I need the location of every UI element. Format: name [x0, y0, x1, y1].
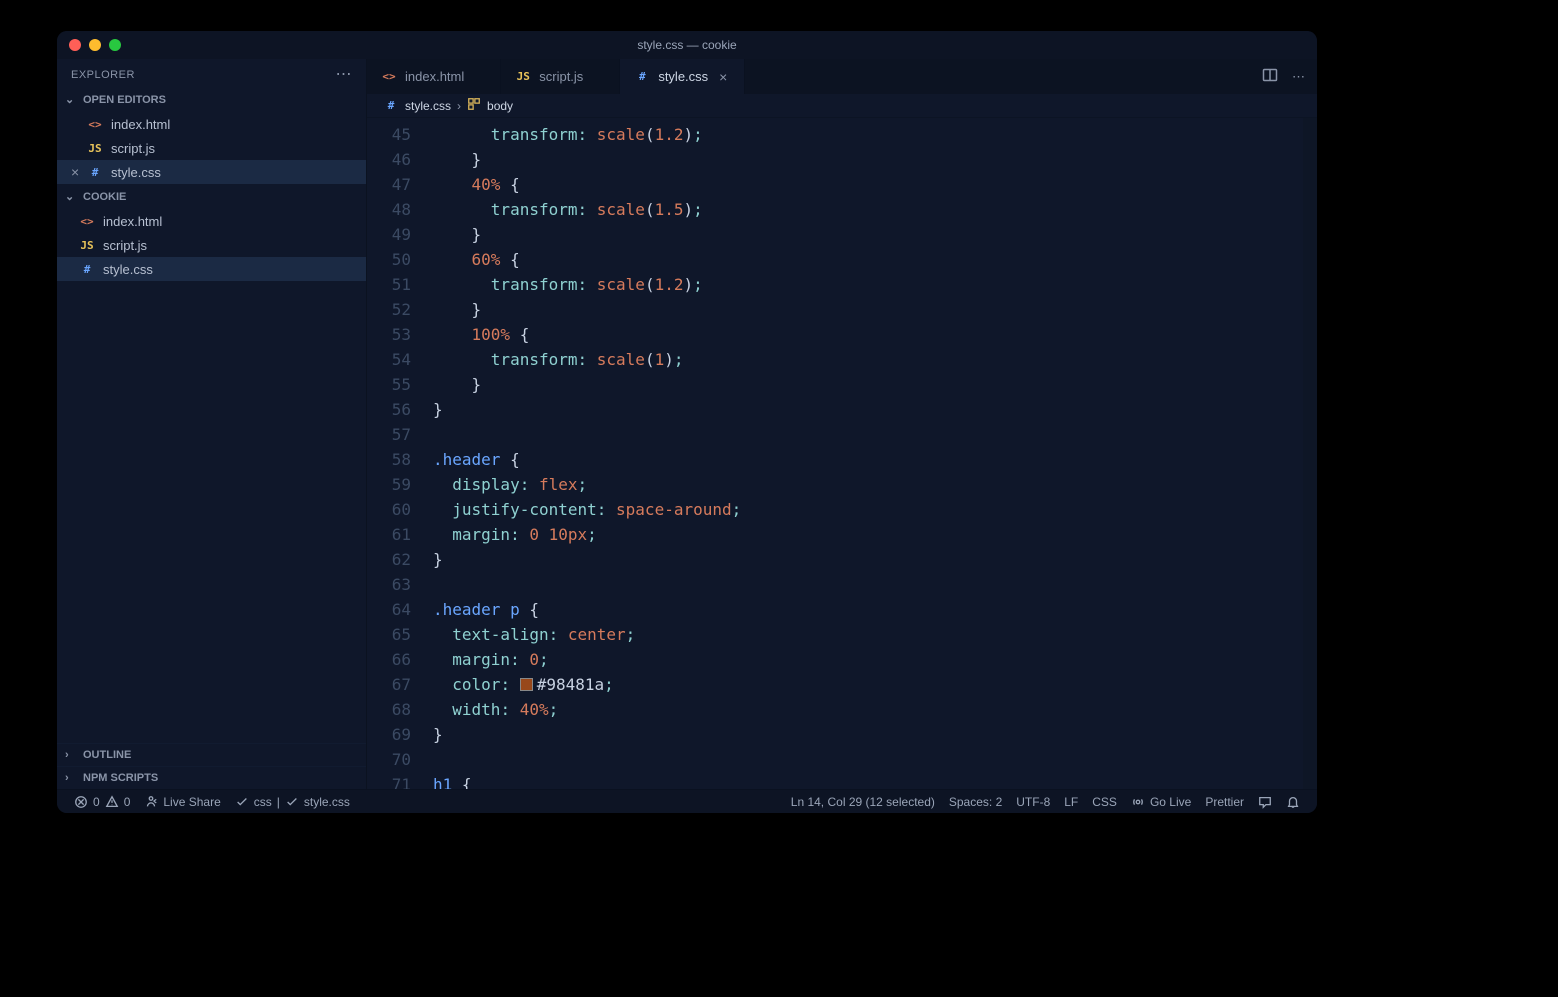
open-editors-section[interactable]: ⌄ OPEN EDITORS: [57, 87, 366, 112]
file-name: index.html: [103, 214, 162, 229]
css-file-icon: #: [87, 166, 103, 179]
status-bar: 0 0 Live Share css | style.css Ln 14, Co…: [57, 789, 1317, 813]
breadcrumbs[interactable]: # style.css › body: [367, 94, 1317, 118]
explorer-header: EXPLORER ⋯: [57, 59, 366, 87]
traffic-lights: [57, 39, 121, 51]
window-close-button[interactable]: [69, 39, 81, 51]
status-lint-file: style.css: [304, 795, 350, 809]
breadcrumb-symbol[interactable]: body: [487, 99, 513, 113]
close-icon[interactable]: ×: [71, 164, 79, 180]
chevron-down-icon: ⌄: [65, 190, 77, 203]
status-error-count: 0: [93, 795, 100, 809]
breadcrumb-sep: ›: [457, 99, 461, 113]
open-editors-label: OPEN EDITORS: [83, 94, 166, 106]
sidebar-section-collapsed[interactable]: › NPM SCRIPTS: [57, 766, 366, 789]
window-title: style.css — cookie: [57, 38, 1317, 52]
status-language[interactable]: CSS: [1085, 795, 1124, 809]
status-prettier[interactable]: Prettier: [1198, 795, 1251, 809]
more-actions-icon[interactable]: ⋯: [1292, 69, 1305, 85]
status-liveshare[interactable]: Live Share: [137, 795, 227, 809]
file-tree-item[interactable]: <> index.html: [57, 209, 366, 233]
css-file-icon: #: [383, 99, 399, 112]
chevron-down-icon: ⌄: [65, 93, 77, 106]
status-liveshare-label: Live Share: [163, 795, 220, 809]
file-name: style.css: [103, 262, 153, 277]
window-maximize-button[interactable]: [109, 39, 121, 51]
section-label: NPM SCRIPTS: [83, 772, 158, 784]
app-window: style.css — cookie EXPLORER ⋯ ⌄ OPEN EDI…: [57, 31, 1317, 813]
breadcrumb-file[interactable]: style.css: [405, 99, 451, 113]
folder-section[interactable]: ⌄ COOKIE: [57, 184, 366, 209]
html-file-icon: <>: [381, 70, 397, 83]
status-lint[interactable]: css | style.css: [228, 795, 357, 809]
editor[interactable]: 4546474849505152535455565758596061626364…: [367, 118, 1317, 789]
status-feedback-icon[interactable]: [1251, 795, 1279, 809]
editor-tab[interactable]: JS script.js: [501, 59, 620, 94]
sidebar-bottom: › OUTLINE › NPM SCRIPTS: [57, 743, 366, 789]
open-editor-item[interactable]: JS script.js: [57, 136, 366, 160]
file-tree-item[interactable]: JS script.js: [57, 233, 366, 257]
sidebar: EXPLORER ⋯ ⌄ OPEN EDITORS <> index.html JS…: [57, 59, 367, 789]
titlebar[interactable]: style.css — cookie: [57, 31, 1317, 59]
css-file-icon: #: [79, 263, 95, 276]
editor-group: <> index.html JS script.js # style.css × ⋯ # s…: [367, 59, 1317, 789]
file-name: index.html: [111, 117, 170, 132]
status-bell-icon[interactable]: [1279, 795, 1307, 809]
tab-label: index.html: [405, 69, 464, 84]
status-encoding[interactable]: UTF-8: [1009, 795, 1057, 809]
line-gutter: 4546474849505152535455565758596061626364…: [367, 118, 429, 789]
file-name: style.css: [111, 165, 161, 180]
open-editor-item[interactable]: <> index.html: [57, 112, 366, 136]
folder-list: <> index.html JS script.js # style.css: [57, 209, 366, 281]
symbol-icon: [467, 97, 481, 114]
status-problems[interactable]: 0 0: [67, 795, 137, 809]
status-eol[interactable]: LF: [1057, 795, 1085, 809]
file-name: script.js: [111, 141, 155, 156]
sidebar-section-collapsed[interactable]: › OUTLINE: [57, 743, 366, 766]
js-file-icon: JS: [79, 239, 95, 252]
js-file-icon: JS: [515, 70, 531, 83]
section-label: OUTLINE: [83, 749, 131, 761]
chevron-right-icon: ›: [65, 749, 77, 761]
chevron-right-icon: ›: [65, 772, 77, 784]
code-area[interactable]: transform: scale(1.2); } 40% { transform…: [429, 118, 1303, 789]
open-editors-list: <> index.html JS script.js × # style.css: [57, 112, 366, 184]
status-golive[interactable]: Go Live: [1124, 795, 1198, 809]
js-file-icon: JS: [87, 142, 103, 155]
tabs-bar: <> index.html JS script.js # style.css × ⋯: [367, 59, 1317, 94]
editor-tab[interactable]: # style.css ×: [620, 59, 745, 94]
tabs-actions: ⋯: [1250, 59, 1317, 94]
split-editor-icon[interactable]: [1262, 67, 1278, 86]
explorer-title: EXPLORER: [71, 69, 135, 81]
open-editor-item[interactable]: × # style.css: [57, 160, 366, 184]
folder-label: COOKIE: [83, 191, 126, 203]
tab-label: style.css: [658, 69, 708, 84]
html-file-icon: <>: [79, 215, 95, 228]
file-tree-item[interactable]: # style.css: [57, 257, 366, 281]
css-file-icon: #: [634, 70, 650, 83]
file-name: script.js: [103, 238, 147, 253]
status-lint-mode: css: [254, 795, 272, 809]
status-warning-count: 0: [124, 795, 131, 809]
window-minimize-button[interactable]: [89, 39, 101, 51]
html-file-icon: <>: [87, 118, 103, 131]
status-indent[interactable]: Spaces: 2: [942, 795, 1009, 809]
editor-tab[interactable]: <> index.html: [367, 59, 501, 94]
minimap[interactable]: [1303, 118, 1317, 789]
status-cursor[interactable]: Ln 14, Col 29 (12 selected): [784, 795, 942, 809]
tab-label: script.js: [539, 69, 583, 84]
workbench: EXPLORER ⋯ ⌄ OPEN EDITORS <> index.html JS…: [57, 59, 1317, 789]
close-icon[interactable]: ×: [716, 69, 730, 85]
